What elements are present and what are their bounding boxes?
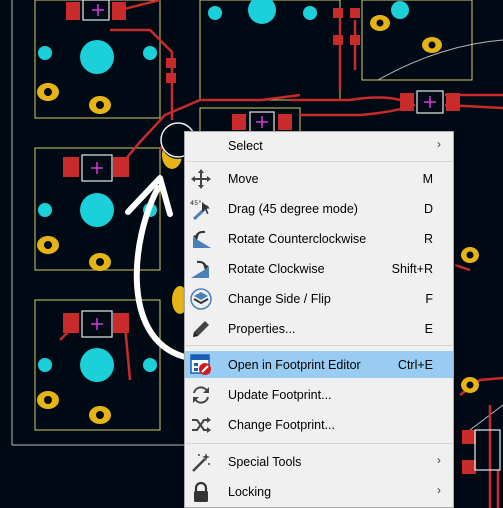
menu-item-shortcut: M (422, 172, 433, 186)
menu-item-rotate-cw[interactable]: Rotate Clockwise Shift+R (185, 255, 453, 282)
menu-item-properties[interactable]: Properties... E (185, 315, 453, 342)
move-icon (191, 169, 211, 189)
menu-item-shortcut: Shift+R (391, 262, 433, 276)
pencil-icon (193, 321, 209, 337)
menu-item-select[interactable]: Select › (185, 132, 453, 159)
menu-item-drag-45[interactable]: 45° Drag (45 degree mode) D (185, 195, 453, 222)
menu-item-shortcut: D (423, 202, 433, 216)
menu-item-label: Rotate Clockwise (228, 262, 325, 276)
menu-separator (186, 161, 452, 162)
menu-item-shortcut: F (425, 292, 433, 306)
drag-45-icon: 45° (190, 199, 210, 220)
rotate-ccw-icon (193, 230, 211, 248)
menu-item-label: Properties... (228, 322, 296, 336)
menu-item-label: Move (228, 172, 259, 186)
footprint-editor-icon (190, 354, 211, 375)
menu-item-change-footprint[interactable]: Change Footprint... (185, 411, 453, 438)
lock-icon (194, 481, 208, 502)
menu-item-label: Open in Footprint Editor (228, 358, 361, 372)
shuffle-icon (192, 417, 211, 433)
menu-item-label: Locking (228, 485, 272, 499)
menu-item-label: Change Side / Flip (228, 292, 331, 306)
menu-item-move[interactable]: Move M (185, 165, 453, 192)
menu-item-shortcut: Ctrl+E (397, 358, 433, 372)
menu-item-update-footprint[interactable]: Update Footprint... (185, 381, 453, 408)
menu-item-shortcut: E (424, 322, 433, 336)
menu-item-label: Change Footprint... (228, 418, 336, 432)
menu-item-shortcut: R (423, 232, 433, 246)
context-menu: Select › Move M 45° Drag (45 degree mode… (184, 131, 454, 508)
menu-item-special-tools[interactable]: Special Tools › (185, 448, 453, 475)
menu-item-open-footprint-editor[interactable]: Open in Footprint Editor Ctrl+E (185, 351, 453, 378)
menu-item-label: Rotate Counterclockwise (228, 232, 367, 246)
menu-item-label: Update Footprint... (228, 388, 332, 402)
menu-item-label: Special Tools (228, 455, 302, 469)
menu-item-locking[interactable]: Locking › (185, 478, 453, 505)
rotate-cw-icon (191, 260, 209, 278)
drag-45-badge: 45° (190, 199, 202, 207)
submenu-arrow-icon: › (437, 453, 441, 467)
menu-separator (186, 345, 452, 346)
menu-item-rotate-ccw[interactable]: Rotate Counterclockwise R (185, 225, 453, 252)
menu-separator (186, 443, 452, 444)
submenu-arrow-icon: › (437, 137, 441, 151)
flip-icon (190, 288, 212, 310)
refresh-icon (193, 386, 209, 404)
menu-item-label: Select (228, 139, 263, 153)
magic-wand-icon (192, 453, 210, 472)
submenu-arrow-icon: › (437, 483, 441, 497)
menu-item-flip[interactable]: Change Side / Flip F (185, 285, 453, 312)
menu-item-label: Drag (45 degree mode) (228, 202, 358, 216)
